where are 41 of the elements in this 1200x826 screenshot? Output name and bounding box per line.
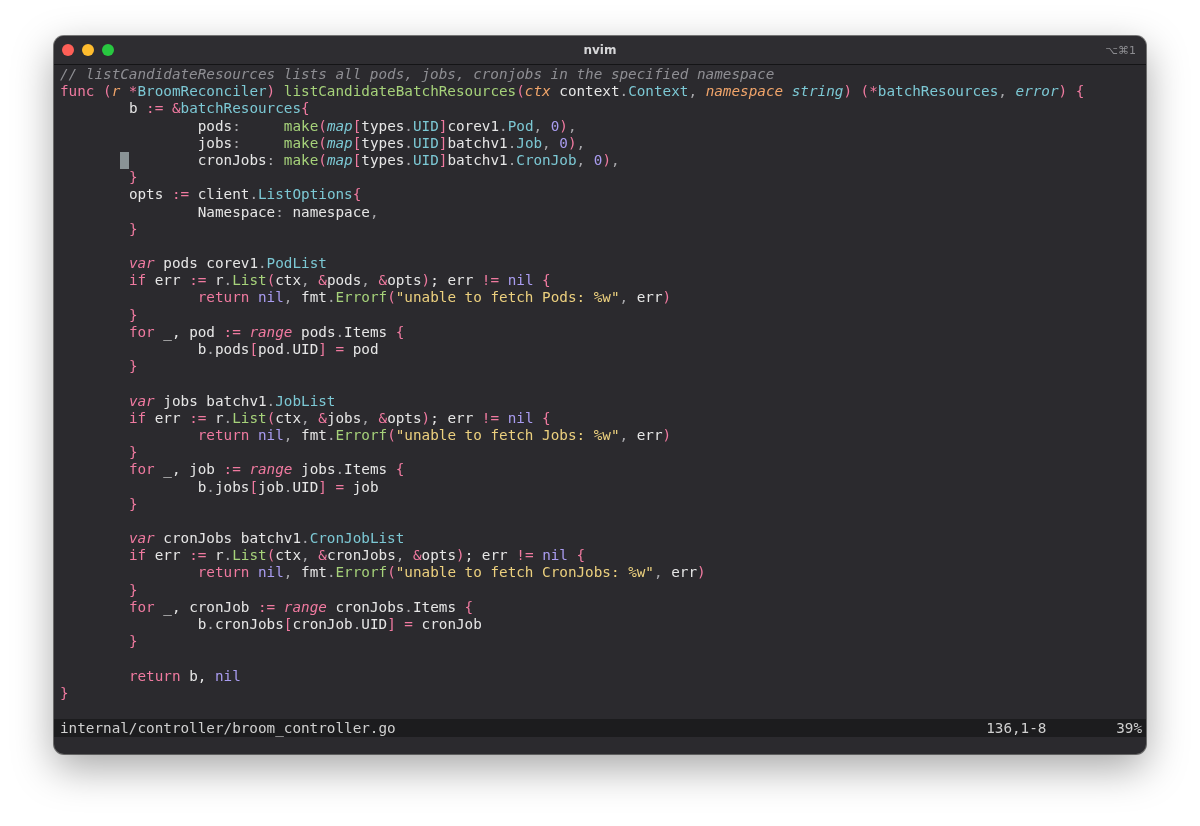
zoom-button[interactable] [102, 44, 114, 56]
code-line: var jobs batchv1.JobList [127, 392, 336, 410]
code-line: return nil, fmt.Errorf("unable to fetch CronJobs: %w", err) [196, 564, 706, 582]
code-line: if err := r.List(ctx, &cronJobs, &opts); err != nil { [127, 547, 586, 565]
code-line: cronJobs: make(map[types.UID]batchv1.CronJob, 0), [60, 151, 620, 170]
code-line: return b, nil [127, 667, 241, 685]
code-line: } [127, 495, 138, 513]
code-line: } [127, 633, 138, 651]
code-line: jobs: make(map[types.UID]batchv1.Job, 0), [196, 134, 586, 152]
code-line: b.pods[pod.UID] = pod [196, 341, 379, 359]
code-line: } [60, 684, 69, 702]
window-title: nvim [583, 43, 617, 57]
code-line: for _, pod := range pods.Items { [127, 323, 405, 341]
code-line: b.jobs[job.UID] = job [196, 478, 379, 496]
code-line: } [127, 581, 138, 599]
minimize-button[interactable] [82, 44, 94, 56]
code-line: if err := r.List(ctx, &jobs, &opts); err != nil { [127, 409, 551, 427]
code-line: Namespace: namespace, [196, 203, 379, 221]
code-line: b := &batchResources{ [127, 100, 310, 118]
shortcut-label: ⌥⌘1 [1105, 43, 1136, 57]
code-line: for _, cronJob := range cronJobs.Items { [127, 598, 474, 616]
code-line: opts := client.ListOptions{ [127, 186, 362, 204]
code-line: return nil, fmt.Errorf("unable to fetch Jobs: %w", err) [196, 426, 672, 445]
code-line: func (r *BroomReconciler) listCandidateBatchResources(ctx context.Context, namespace string) (*batchResources, error) { [60, 83, 1085, 101]
scroll-percent: 39% [1116, 720, 1142, 736]
code-line: } [127, 169, 138, 187]
code-line: } [127, 306, 138, 324]
code-line: } [127, 444, 138, 462]
file-path: internal/controller/broom_controller.go [60, 720, 396, 736]
code-line: var cronJobs batchv1.CronJobList [127, 530, 405, 548]
cursor-position: 136,1-8 [986, 720, 1048, 736]
code-line: if err := r.List(ctx, &pods, &opts); err != nil { [127, 272, 551, 290]
close-button[interactable] [62, 44, 74, 56]
code-line: } [127, 358, 138, 376]
code-line: } [127, 220, 138, 238]
code-line: var pods corev1.PodList [127, 255, 327, 273]
code-line: for _, job := range jobs.Items { [127, 461, 405, 479]
code-line: // listCandidateResources lists all pods, jobs, cronjobs in the specified namespace [60, 66, 775, 84]
code-line: return nil, fmt.Errorf("unable to fetch Pods: %w", err) [196, 289, 672, 307]
code-line: b.cronJobs[cronJob.UID] = cronJob [196, 616, 482, 634]
code-line: pods: make(map[types.UID]corev1.Pod, 0), [196, 117, 577, 135]
